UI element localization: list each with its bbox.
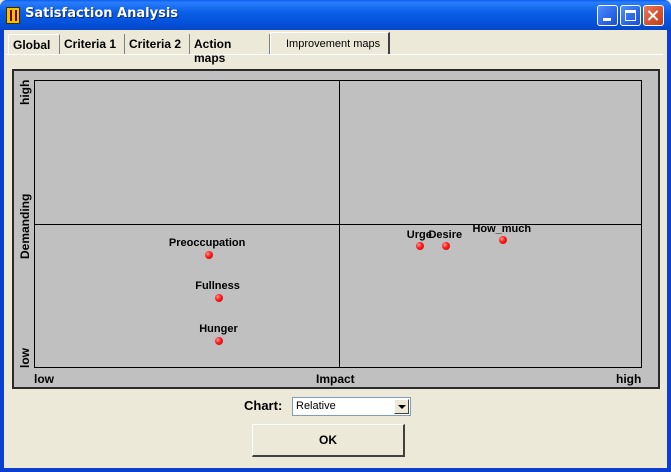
chart-type-label: Chart: (244, 398, 283, 413)
y-axis-low-label: low (18, 348, 32, 368)
map-point-desire[interactable] (442, 241, 451, 250)
maximize-icon (625, 10, 636, 21)
dialog-window: Satisfaction Analysis Global Criteria 1 … (0, 0, 671, 472)
y-axis-high-label: high (18, 79, 32, 105)
close-icon (644, 6, 663, 25)
minimize-button[interactable] (597, 5, 618, 26)
minimize-icon (603, 18, 611, 21)
improvement-map-panel: high Demanding low Preoccupation Fullness… (12, 69, 660, 389)
x-axis-low-label: low (34, 372, 54, 386)
tab-strip-divider (6, 54, 663, 55)
map-point-label: Fullness (195, 280, 240, 293)
tab-criteria-1[interactable]: Criteria 1 (60, 34, 125, 54)
y-axis-title: Demanding (18, 193, 32, 259)
close-button[interactable] (643, 5, 664, 26)
horizontal-quadrant-divider (35, 224, 641, 225)
map-point-hunger[interactable] (215, 337, 224, 346)
map-point-label: Desire (428, 228, 463, 241)
chevron-down-icon[interactable] (394, 399, 409, 414)
app-icon (6, 7, 20, 24)
map-point-label: How_much (472, 223, 532, 236)
tab-improvement-maps[interactable]: Improvement maps (270, 32, 390, 54)
dialog-client-area: Global Criteria 1 Criteria 2 Action maps… (4, 30, 667, 468)
quadrant-plot: Preoccupation Fullness Hunger Urge Desire How… (34, 80, 642, 368)
map-point-how-much[interactable] (499, 236, 508, 245)
x-axis-title: Impact (316, 372, 355, 386)
maximize-button[interactable] (620, 5, 641, 26)
chart-type-value: Relative (296, 400, 336, 412)
tab-global[interactable]: Global (8, 34, 60, 54)
chart-type-select[interactable]: Relative (292, 397, 411, 416)
title-bar[interactable]: Satisfaction Analysis (0, 0, 671, 30)
map-point-preoccupation[interactable] (204, 250, 213, 259)
map-point-fullness[interactable] (215, 294, 224, 303)
x-axis-high-label: high (616, 372, 642, 386)
ok-button[interactable]: OK (252, 424, 405, 457)
map-point-urge[interactable] (415, 241, 424, 250)
map-point-label: Preoccupation (168, 236, 246, 249)
tab-action-maps[interactable]: Action maps (190, 34, 270, 65)
tab-criteria-2[interactable]: Criteria 2 (125, 34, 190, 54)
window-title: Satisfaction Analysis (25, 6, 179, 21)
map-point-label: Hunger (199, 323, 238, 336)
